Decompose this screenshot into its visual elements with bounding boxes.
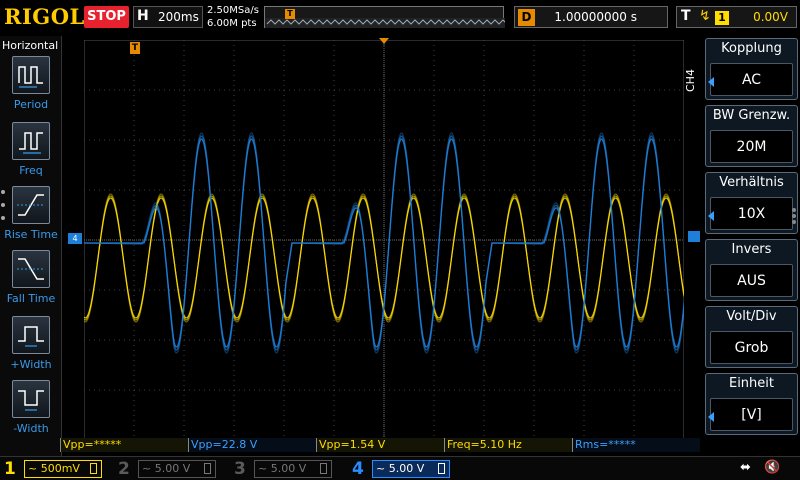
positive-width-label: +Width [10,358,52,371]
page-indicator [1,190,7,229]
menu-item-unit[interactable]: Einheit [V] [705,373,798,435]
rise-time-label: Rise Time [4,228,58,241]
period-button[interactable] [12,56,50,94]
chevron-left-icon [708,211,714,221]
menu-item-bandwidth-limit[interactable]: BW Grenzw. 20M [705,105,798,167]
trigger-display[interactable]: T ↯ 1 0.00V [676,6,797,28]
toolbar-title: Horizontal [2,39,59,52]
rise-time-button[interactable] [12,186,50,224]
brand-logo: RIGOL [4,4,85,29]
chevron-left-icon [708,412,714,422]
channel-scale: ~ 500mV [24,460,102,478]
negative-width-button[interactable] [12,380,50,418]
menu-item-invert[interactable]: Invers AUS [705,239,798,301]
negative-width-label: -Width [13,422,49,435]
timebase-value: 200ms [158,10,199,24]
menu-item-value: Grob [710,331,793,364]
channel-bar: 1 ~ 500mV 2 ~ 5.00 V 3 ~ 5.00 V 4 ~ 5.00… [0,456,800,480]
waveform-display[interactable] [84,40,684,440]
positive-width-icon [18,326,44,347]
channel-number: 2 [118,459,130,479]
menu-item-title: Invers [731,242,772,257]
channel-3-status[interactable]: 3 ~ 5.00 V [234,459,334,479]
bandwidth-limit-icon [320,463,327,474]
menu-item-value: AUS [710,264,793,297]
channel-scale-text: ~ 5.00 V [258,462,307,475]
menu-item-title: Kopplung [721,41,782,56]
horizontal-measure-toolbar: Horizontal Period Freq Rise Time Fall Ti… [0,36,62,456]
speaker-muted-icon[interactable]: 🔇 [764,460,780,475]
channel-scale: ~ 5.00 V [138,460,216,478]
center-time-marker [379,38,389,44]
rising-edge-icon: ↯ [699,8,711,24]
menu-item-title: Volt/Div [726,309,777,324]
fall-time-label: Fall Time [6,292,56,305]
channel-number: 1 [4,459,16,479]
menu-item-title: Einheit [728,376,774,391]
channel-settings-menu: Kopplung AC BW Grenzw. 20M Verhältnis 10… [702,36,800,456]
freq-button[interactable] [12,122,50,160]
menu-item-title: BW Grenzw. [712,108,791,123]
period-icon [18,66,43,88]
positive-width-button[interactable] [12,316,50,354]
rise-time-icon [17,194,45,216]
ch4-offset-marker[interactable]: 4 [68,233,82,244]
bandwidth-limit-icon [204,463,211,474]
status-bar: RIGOL STOP H 200ms 2.50MSa/s 6.00M pts T… [0,0,800,36]
fall-time-button[interactable] [12,250,50,288]
menu-channel-label: CH4 [684,69,697,92]
negative-width-icon [18,390,44,411]
menu-item-volts-div[interactable]: Volt/Div Grob [705,306,798,368]
channel-number: 4 [352,459,364,479]
delay-value: 1.00000000 s [554,10,637,24]
channel-scale: ~ 5.00 V [254,460,332,478]
horizontal-label: H [137,8,149,24]
menu-item-title: Verhältnis [719,175,784,190]
measurement-item[interactable]: Vpp=22.8 V [188,438,316,452]
freq-label: Freq [19,164,43,177]
memory-overview-strip: T [264,6,505,28]
delay-label: D [518,9,535,26]
ch4-trigger-level-marker [688,231,700,242]
acquisition-info: 2.50MSa/s 6.00M pts [207,4,259,30]
menu-item-probe-ratio[interactable]: Verhältnis 10X [705,172,798,234]
freq-icon [19,132,43,154]
trigger-position-marker[interactable]: T [130,42,140,54]
run-stop-status[interactable]: STOP [84,6,129,28]
measurement-item[interactable]: Rms=***** [572,438,700,452]
delay-display[interactable]: D 1.00000000 s [514,6,668,28]
measurement-item[interactable]: Vpp=***** [60,438,188,452]
menu-item-value: [V] [710,398,793,431]
usb-icon: ⬌ [740,460,751,475]
memory-trigger-marker: T [285,9,295,19]
channel-1-status[interactable]: 1 ~ 500mV [4,459,104,479]
bandwidth-limit-icon [438,463,445,474]
memory-waveform-preview [265,18,505,28]
trigger-level: 0.00V [753,10,788,24]
channel-4-status[interactable]: 4 ~ 5.00 V [352,459,462,479]
channel-scale-text: ~ 5.00 V [142,462,191,475]
period-label: Period [13,98,49,111]
menu-item-coupling[interactable]: Kopplung AC [705,38,798,100]
menu-item-value: AC [710,63,793,96]
trigger-label: T [681,8,691,24]
memory-depth: 6.00M pts [207,18,257,29]
chevron-left-icon [708,77,714,87]
menu-item-value: 10X [710,197,793,230]
channel-scale: ~ 5.00 V [372,460,450,478]
channel-scale-text: ~ 500mV [28,462,80,475]
measurement-item[interactable]: Freq=5.10 Hz [444,438,572,452]
measurement-bar: Vpp=***** Vpp=22.8 V Vpp=1.54 V Freq=5.1… [60,438,700,452]
horizontal-timebase[interactable]: H 200ms [133,6,203,28]
measurement-item[interactable]: Vpp=1.54 V [316,438,444,452]
fall-time-icon [17,258,45,280]
menu-item-value: 20M [710,130,793,163]
sample-rate: 2.50MSa/s [207,5,259,16]
channel-number: 3 [234,459,246,479]
channel-scale-text: ~ 5.00 V [376,462,425,475]
menu-page-indicator [792,208,798,226]
channel-2-status[interactable]: 2 ~ 5.00 V [118,459,218,479]
bandwidth-limit-icon [90,463,97,474]
trigger-source-channel: 1 [715,11,729,25]
